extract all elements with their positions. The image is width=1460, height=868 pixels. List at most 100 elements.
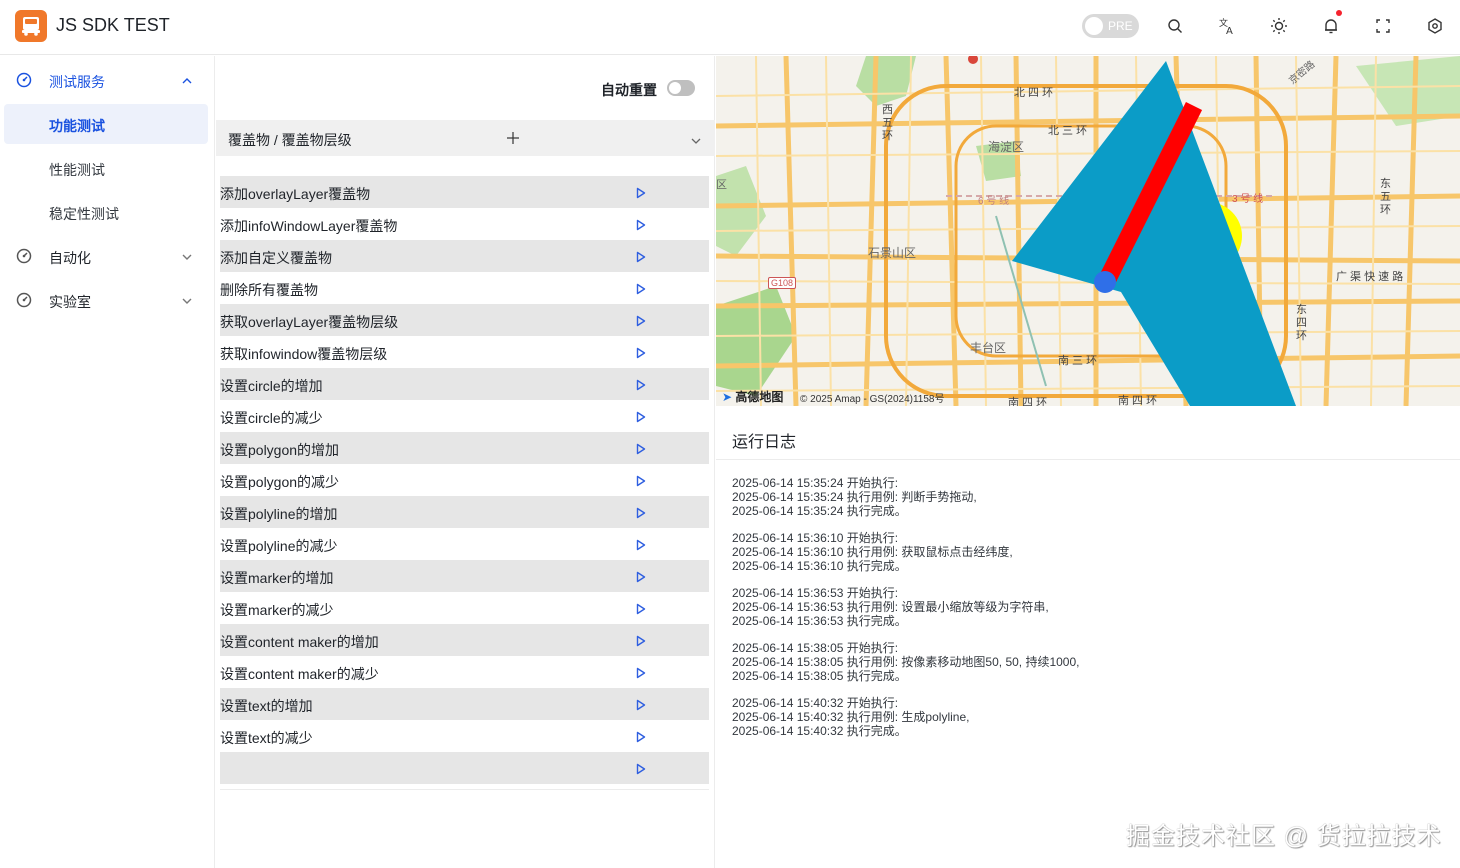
test-case-row[interactable]	[220, 752, 709, 784]
map-label: 东五环	[1380, 178, 1391, 216]
test-case-label: 添加自定义覆盖物	[220, 250, 332, 266]
map-view[interactable]: 北 四 环 北 三 环 海淀区 西五环 6 号 线 3 号 线 石景山区 G10…	[716, 56, 1460, 406]
play-icon[interactable]	[636, 314, 646, 332]
log-entry: 2025-06-14 15:40:32 开始执行: 2025-06-14 15:4…	[732, 696, 1432, 738]
chevron-down-icon	[181, 250, 193, 268]
test-case-row[interactable]: 获取infowindow覆盖物层级	[220, 336, 709, 368]
play-icon[interactable]	[636, 442, 646, 460]
env-toggle[interactable]: PRE	[1082, 14, 1139, 38]
test-case-label: 设置polyline的增加	[220, 506, 338, 522]
map-label: 西五环	[882, 104, 893, 142]
test-case-row[interactable]: 设置text的增加	[220, 688, 709, 720]
chevron-down-icon	[181, 294, 193, 312]
test-case-label: 设置content maker的增加	[220, 634, 379, 650]
test-case-row[interactable]: 设置polygon的增加	[220, 432, 709, 464]
settings-icon[interactable]	[1422, 13, 1448, 39]
log-body: 2025-06-14 15:35:24 开始执行: 2025-06-14 15:3…	[732, 476, 1432, 751]
play-icon[interactable]	[636, 666, 646, 684]
test-case-row[interactable]: 设置polygon的减少	[220, 464, 709, 496]
test-case-row[interactable]: 删除所有覆盖物	[220, 272, 709, 304]
svg-text:A: A	[1226, 26, 1233, 35]
notification-dot	[1336, 10, 1342, 16]
app-header: JS SDK TEST PRE 文A	[0, 0, 1460, 55]
play-icon[interactable]	[636, 250, 646, 268]
map-label: 石景山区	[868, 246, 917, 260]
play-icon[interactable]	[636, 634, 646, 652]
sidebar-item-functional-test[interactable]: 功能测试	[4, 104, 208, 144]
test-case-label: 设置polyline的减少	[220, 538, 338, 554]
search-icon[interactable]	[1162, 13, 1188, 39]
amap-logo-text: 高德地图	[735, 390, 784, 404]
map-label: 东四环	[1296, 304, 1307, 342]
test-case-row[interactable]: 设置text的减少	[220, 720, 709, 752]
test-case-row[interactable]: 设置circle的减少	[220, 400, 709, 432]
env-toggle-knob	[1085, 17, 1103, 35]
play-icon[interactable]	[636, 730, 646, 748]
log-line: 2025-06-14 15:35:24 执行用例: 判断手势拖动,	[732, 490, 977, 504]
log-line: 2025-06-14 15:38:05 执行完成。	[732, 669, 907, 683]
play-icon[interactable]	[636, 378, 646, 396]
sidebar-group-test-services[interactable]: 测试服务	[0, 58, 215, 102]
log-line: 2025-06-14 15:36:10 开始执行:	[732, 531, 899, 545]
play-icon[interactable]	[636, 186, 646, 204]
test-case-label: 设置marker的增加	[220, 570, 334, 586]
sidebar-item-performance-test[interactable]: 性能测试	[4, 148, 208, 188]
play-icon[interactable]	[636, 698, 646, 716]
play-icon[interactable]	[636, 570, 646, 588]
test-case-row[interactable]: 添加overlayLayer覆盖物	[220, 176, 709, 208]
test-case-label: 添加infoWindowLayer覆盖物	[220, 218, 398, 234]
auto-reset-switch[interactable]	[667, 80, 695, 96]
log-line: 2025-06-14 15:36:53 开始执行:	[732, 586, 899, 600]
test-case-label: 设置text的增加	[220, 698, 313, 714]
fullscreen-icon[interactable]	[1370, 13, 1396, 39]
map-attribution: © 2025 Amap - GS(2024)1158号	[800, 394, 945, 405]
play-icon[interactable]	[636, 218, 646, 236]
amap-logo: ➤ 高德地图	[722, 388, 783, 405]
test-case-label: 设置content maker的减少	[220, 666, 379, 682]
sidebar-group-lab[interactable]: 实验室	[0, 278, 215, 322]
map-label: 海淀区	[988, 140, 1025, 154]
play-icon[interactable]	[636, 538, 646, 556]
app-logo-truck-icon	[15, 10, 47, 42]
play-icon[interactable]	[636, 282, 646, 300]
chevron-up-icon	[181, 74, 193, 92]
test-case-list: 添加overlayLayer覆盖物添加infoWindowLayer覆盖物 添加自…	[220, 176, 709, 784]
test-case-row[interactable]: 设置content maker的增加	[220, 624, 709, 656]
auto-reset-switch-knob	[669, 82, 681, 94]
test-case-row[interactable]: 获取overlayLayer覆盖物层级	[220, 304, 709, 336]
play-icon[interactable]	[636, 410, 646, 428]
test-case-row[interactable]: 添加自定义覆盖物	[220, 240, 709, 272]
test-case-row[interactable]: 添加infoWindowLayer覆盖物	[220, 208, 709, 240]
sidebar-item-stability-test[interactable]: 稳定性测试	[4, 192, 208, 232]
test-case-row[interactable]: 设置polyline的减少	[220, 528, 709, 560]
play-icon[interactable]	[636, 602, 646, 620]
log-entry: 2025-06-14 15:36:10 开始执行: 2025-06-14 15:3…	[732, 531, 1432, 573]
test-case-row[interactable]: 设置content maker的减少	[220, 656, 709, 688]
play-icon[interactable]	[636, 762, 646, 780]
map-label: 南 三 环	[1058, 355, 1098, 367]
sidebar-group-label: 实验室	[49, 294, 91, 310]
test-case-label: 设置text的减少	[220, 730, 313, 746]
list-divider	[220, 789, 709, 790]
log-title: 运行日志	[732, 434, 797, 451]
theme-sun-icon[interactable]	[1266, 13, 1292, 39]
category-select[interactable]: 覆盖物 / 覆盖物层级	[216, 120, 715, 156]
sidebar-group-automation[interactable]: 自动化	[0, 234, 215, 278]
test-case-panel: 自动重置 覆盖物 / 覆盖物层级 添加overlayLayer覆盖物 添加info…	[216, 56, 715, 868]
test-case-row[interactable]: 设置marker的减少	[220, 592, 709, 624]
run-log-panel: 运行日志 2025-06-14 15:35:24 开始执行: 2025-06-14…	[716, 412, 1460, 868]
log-line: 2025-06-14 15:36:10 执行用例: 获取鼠标点击经纬度,	[732, 545, 1013, 559]
translate-icon[interactable]: 文A	[1214, 13, 1240, 39]
play-icon[interactable]	[636, 506, 646, 524]
map-label: 区	[716, 179, 727, 191]
plus-icon[interactable]	[506, 131, 520, 150]
play-icon[interactable]	[636, 346, 646, 364]
bell-icon[interactable]	[1318, 10, 1344, 39]
watermark-text: 掘金技术社区 @ 货拉拉技术	[1126, 823, 1442, 850]
test-case-row[interactable]: 设置marker的增加	[220, 560, 709, 592]
test-case-row[interactable]: 设置polyline的增加	[220, 496, 709, 528]
test-case-row[interactable]: 设置circle的增加	[220, 368, 709, 400]
navigation-arrow-icon: ➤	[722, 390, 733, 404]
play-icon[interactable]	[636, 474, 646, 492]
dashboard-icon	[16, 72, 32, 93]
